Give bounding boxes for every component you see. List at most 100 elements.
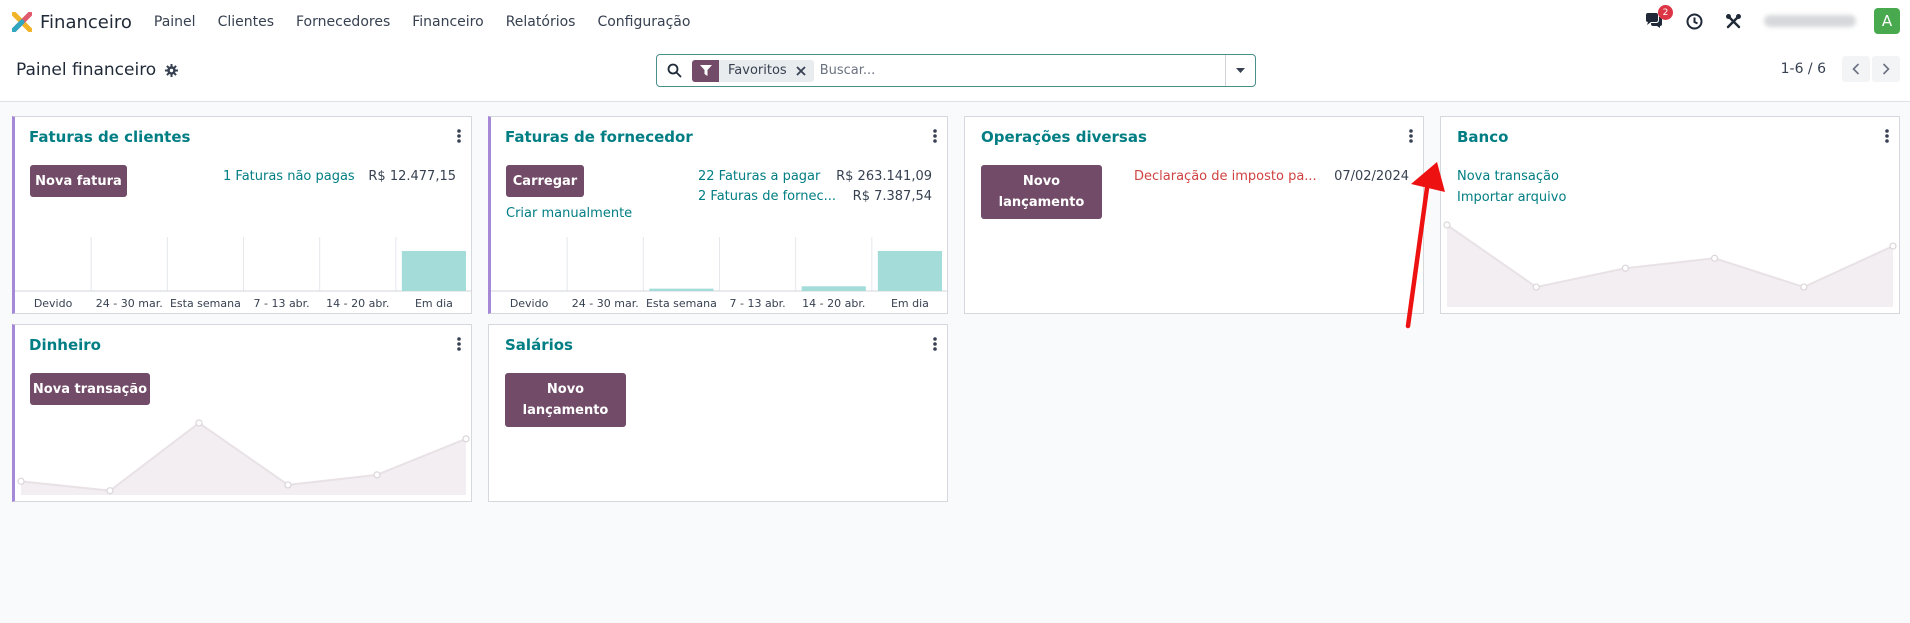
customer-chart-tick-label-5: Em dia [415, 297, 453, 310]
menu-item-painel[interactable]: Painel [154, 14, 196, 30]
messages-count-badge: 2 [1658, 5, 1673, 20]
menu-item-financeiro[interactable]: Financeiro [412, 14, 483, 30]
card-menu-button[interactable] [457, 337, 461, 351]
new-cash-transaction-button[interactable]: Nova transação [30, 373, 150, 405]
cash-chart-point-3[interactable] [284, 481, 292, 489]
annotation-arrow [1405, 162, 1445, 329]
vendor-chart-bar-2[interactable] [649, 288, 714, 291]
search-bar: Favoritos [656, 54, 1256, 87]
facet-label: Favoritos [728, 63, 787, 78]
card-title[interactable]: Dinheiro [29, 336, 101, 354]
filter-icon [692, 59, 719, 82]
messages-button[interactable]: 2 [1644, 5, 1673, 30]
bank-chart-point-2[interactable] [1621, 264, 1629, 272]
new-salary-entry-button[interactable]: Novo lançamento [505, 373, 626, 427]
card-menu-button[interactable] [933, 337, 937, 351]
page-title: Painel financeiro [16, 60, 179, 80]
card-menu-button[interactable] [1409, 129, 1413, 143]
search-facet-favorites: Favoritos [692, 59, 814, 82]
chevron-left-icon [1852, 63, 1860, 75]
new-entry-button-line1: Novo [1022, 174, 1061, 189]
menu-item-fornecedores[interactable]: Fornecedores [296, 14, 390, 30]
bank-chart-point-3[interactable] [1711, 254, 1719, 262]
kebab-menu-icon [457, 129, 461, 143]
tools-icon [1726, 13, 1741, 28]
card-title[interactable]: Faturas de fornecedor [505, 128, 693, 146]
search-input[interactable] [819, 58, 1210, 83]
bills-to-pay-link[interactable]: 22 Faturas a pagar [698, 169, 820, 184]
kebab-menu-icon [933, 129, 937, 143]
import-file-link[interactable]: Importar arquivo [1457, 190, 1566, 205]
cash-chart-point-4[interactable] [373, 471, 381, 479]
cash-balance-line-chart [17, 419, 470, 495]
new-entry-button[interactable]: Novo lançamento [981, 165, 1102, 219]
unpaid-invoices-link[interactable]: 1 Faturas não pagas [223, 169, 355, 184]
main-menu: Painel Clientes Fornecedores Financeiro … [154, 14, 713, 30]
user-name-blurred[interactable] [1764, 15, 1856, 27]
pager-value[interactable]: 1-6 / 6 [1781, 61, 1826, 77]
kebab-menu-icon [1885, 129, 1889, 143]
activities-button[interactable] [1686, 13, 1703, 30]
late-bills-amount: R$ 7.387,54 [852, 189, 932, 204]
page-title-text: Painel financeiro [16, 60, 157, 80]
cash-chart-point-2[interactable] [195, 419, 203, 427]
menu-item-clientes[interactable]: Clientes [218, 14, 274, 30]
menu-item-relatorios[interactable]: Relatórios [506, 14, 576, 30]
card-menu-button[interactable] [457, 129, 461, 143]
search-icon [667, 63, 682, 78]
cash-chart-point-0[interactable] [17, 477, 25, 485]
close-icon [796, 65, 806, 76]
pager: 1-6 / 6 [1781, 56, 1900, 82]
customer-chart-tick-label-3: 7 - 13 abr. [253, 297, 309, 310]
card-title[interactable]: Salários [505, 336, 573, 354]
journal-card-cash: Dinheiro Nova transação [12, 324, 472, 502]
top-navbar: Financeiro Painel Clientes Fornecedores … [0, 0, 1910, 44]
bank-chart-point-4[interactable] [1800, 283, 1808, 291]
upload-bill-button[interactable]: Carregar [506, 165, 584, 197]
kebab-menu-icon [1409, 129, 1413, 143]
user-avatar[interactable]: A [1874, 8, 1900, 34]
card-menu-button[interactable] [1885, 129, 1889, 143]
app-logo-icon [12, 12, 32, 32]
card-menu-button[interactable] [933, 129, 937, 143]
menu-item-configuracao[interactable]: Configuração [597, 14, 690, 30]
create-manually-link[interactable]: Criar manualmente [506, 206, 632, 221]
kebab-menu-icon [457, 337, 461, 351]
new-salary-entry-button-line1: Novo [546, 382, 585, 397]
vendor-chart-bar-5[interactable] [877, 251, 942, 291]
card-title[interactable]: Operações diversas [981, 128, 1147, 146]
clock-icon [1686, 13, 1703, 29]
late-bills-link[interactable]: 2 Faturas de fornec... [698, 189, 836, 204]
cash-chart-point-5[interactable] [462, 435, 470, 443]
gear-icon [165, 63, 179, 77]
page-settings-button[interactable] [165, 63, 179, 77]
vendor-chart-tick-label-2: Esta semana [646, 297, 717, 310]
bank-chart-point-5[interactable] [1889, 242, 1897, 250]
cash-chart-area [21, 423, 466, 495]
pager-next-button[interactable] [1872, 56, 1900, 82]
debug-tools-button[interactable] [1725, 13, 1742, 30]
bank-chart-point-1[interactable] [1532, 283, 1540, 291]
app-brand[interactable]: Financeiro [12, 12, 132, 33]
customer-chart-tick-label-1: 24 - 30 mar. [96, 297, 163, 310]
new-entry-button-line2: lançamento [998, 195, 1085, 210]
vendor-chart-tick-label-4: 14 - 20 abr. [802, 297, 865, 310]
card-title[interactable]: Banco [1457, 128, 1508, 146]
vendor-chart-bar-4[interactable] [801, 286, 866, 291]
pending-entry-link[interactable]: Declaração de imposto pa... [1134, 169, 1317, 184]
cash-chart-point-1[interactable] [106, 487, 114, 495]
journal-card-bank: Banco Nova transação Importar arquivo [1440, 116, 1900, 314]
vendor-chart-tick-label-3: 7 - 13 abr. [729, 297, 785, 310]
card-title[interactable]: Faturas de clientes [29, 128, 190, 146]
facet-remove-button[interactable] [796, 65, 814, 76]
new-invoice-button[interactable]: Nova fatura [30, 165, 127, 197]
new-transaction-link[interactable]: Nova transação [1457, 169, 1559, 184]
vendor-bills-bar-chart: Devido 24 - 30 mar. Esta semana 7 - 13 abr.… [491, 237, 948, 310]
pager-previous-button[interactable] [1842, 56, 1870, 82]
new-salary-entry-button-line2: lançamento [522, 403, 609, 418]
vendor-chart-tick-label-1: 24 - 30 mar. [572, 297, 639, 310]
customer-chart-bar-5[interactable] [401, 251, 466, 291]
search-options-toggle[interactable] [1225, 55, 1255, 86]
customer-chart-tick-label-4: 14 - 20 abr. [326, 297, 389, 310]
customer-chart-tick-label-0: Devido [34, 297, 73, 310]
